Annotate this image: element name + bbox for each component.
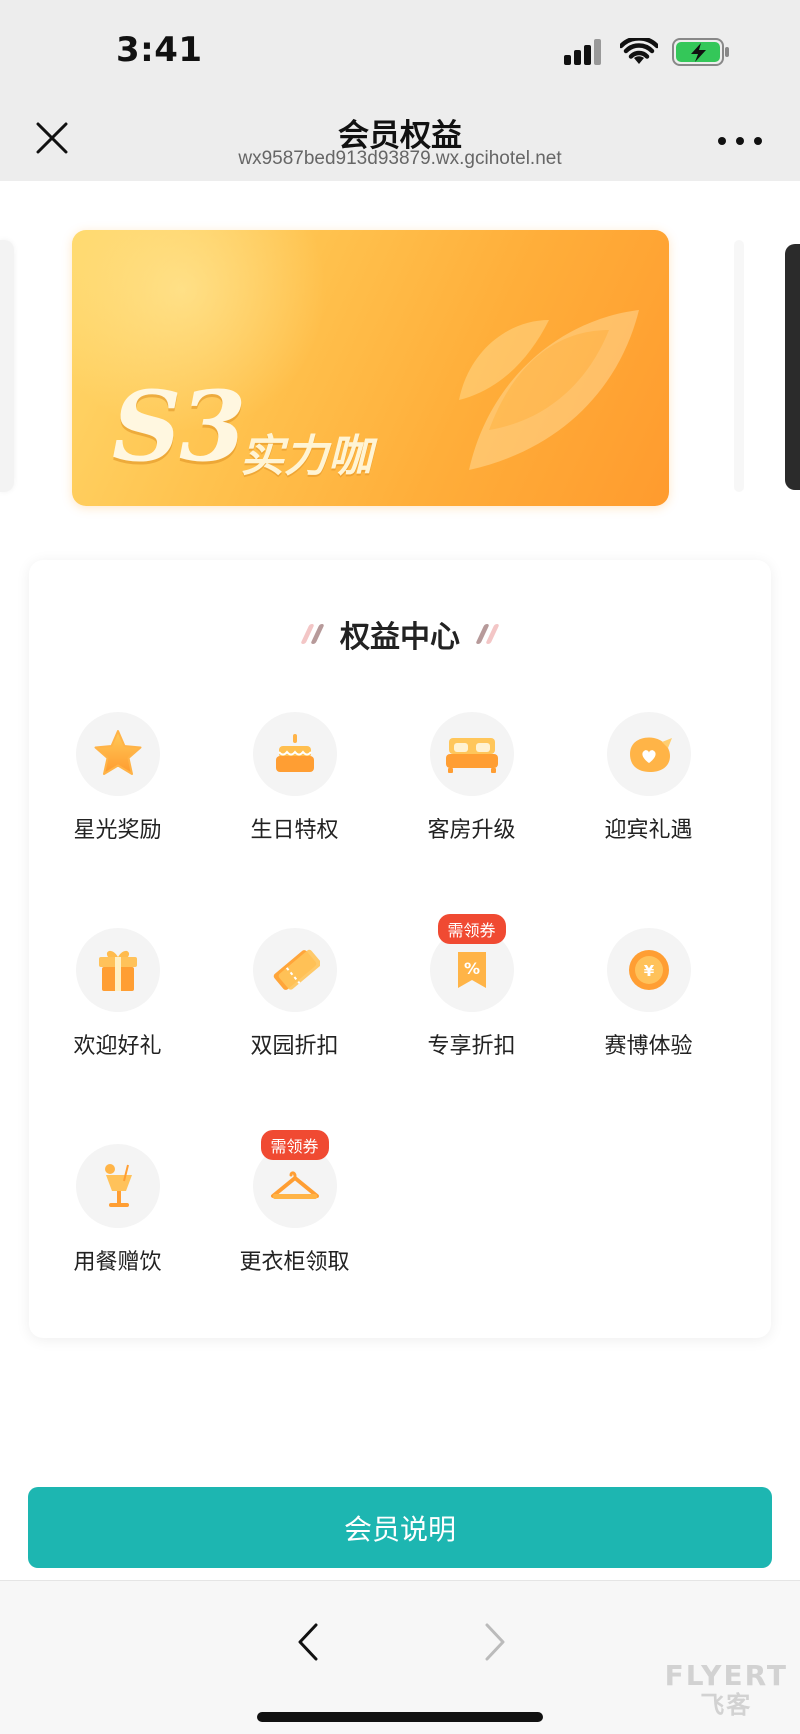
coupon-required-badge: 需领券 [260,1130,329,1160]
benefits-header: 权益中心 [29,612,771,656]
bird-heart-icon [629,737,672,772]
status-icons [564,38,730,66]
benefit-label: 赛博体验 [604,1034,693,1059]
battery-charging-icon [672,38,729,66]
card-level: S3 [112,370,246,483]
svg-text:%: % [463,959,479,978]
coin-icon: ¥ [628,950,669,990]
benefit-item-cyber-experience[interactable]: ¥ 赛博体验 [560,928,737,1060]
watermark: FLYERT 飞客 [664,1659,788,1719]
benefit-item-park-discount[interactable]: 双园折扣 [206,928,383,1060]
benefit-label: 迎宾礼遇 [604,818,693,843]
ticket-icon [273,949,320,990]
svg-text:¥: ¥ [643,962,654,980]
benefits-title: 权益中心 [340,620,460,655]
card-level-name: 实力咖 [240,431,372,482]
benefit-item-dining-drink[interactable]: 用餐赠饮 [29,1144,206,1276]
forward-icon[interactable] [475,1617,515,1667]
benefit-label: 生日特权 [250,818,339,843]
discount-icon: % [457,952,486,988]
home-indicator[interactable] [257,1712,543,1722]
benefit-item-locker[interactable]: 需领券 更衣柜领取 [206,1130,383,1276]
coupon-required-badge: 需领券 [437,914,506,944]
benefit-label: 更衣柜领取 [239,1250,350,1275]
benefit-item-exclusive-discount[interactable]: 需领券 % 专享折扣 [383,914,560,1060]
star-icon [94,730,141,775]
watermark-bottom: 飞客 [700,1690,753,1719]
benefit-label: 用餐赠饮 [73,1250,162,1275]
benefit-label: 欢迎好礼 [73,1034,162,1059]
carousel-prev-card[interactable] [0,240,14,492]
browser-bottom-bar: FLYERT 飞客 [0,1580,800,1734]
benefit-item-star[interactable]: 星光奖励 [29,712,206,844]
page-url: wx9587bed913d93879.wx.gcihotel.net [238,148,562,169]
benefits-panel: 权益中心 星光奖励 生日特权 客房升级 迎宾礼遇 欢迎好礼 双园折扣 需领券 %… [29,560,771,1338]
drink-icon [104,1164,132,1207]
back-icon[interactable] [288,1617,328,1667]
bed-icon [445,738,498,773]
benefit-label: 客房升级 [427,818,516,843]
benefit-label: 双园折扣 [250,1034,339,1059]
benefit-item-room-upgrade[interactable]: 客房升级 [383,712,560,844]
benefit-item-welcome-courtesy[interactable]: 迎宾礼遇 [560,712,737,844]
member-info-button[interactable]: 会员说明 [28,1487,772,1568]
hanger-icon [270,1171,319,1199]
membership-card[interactable]: S3 实力咖 [72,230,669,506]
watermark-top: FLYERT [664,1659,788,1692]
more-options-icon[interactable] [718,126,762,156]
wifi-icon [620,38,658,64]
cake-icon [275,734,314,772]
gift-icon [98,950,137,991]
carousel-next-card[interactable] [785,244,800,490]
status-time: 3:41 [116,30,203,70]
right-decor-icon [475,624,500,644]
benefit-label: 专享折扣 [427,1034,516,1059]
benefit-item-birthday[interactable]: 生日特权 [206,712,383,844]
benefit-item-welcome-gift[interactable]: 欢迎好礼 [29,928,206,1060]
benefit-label: 星光奖励 [73,818,162,843]
left-decor-icon [300,624,325,644]
header: 3:41 会员权益 wx9587bed913d93879.wx.gcihotel… [0,0,800,181]
leaf-watermark-icon [459,310,639,470]
cellular-signal-icon [564,39,601,65]
carousel-gap [734,240,744,492]
